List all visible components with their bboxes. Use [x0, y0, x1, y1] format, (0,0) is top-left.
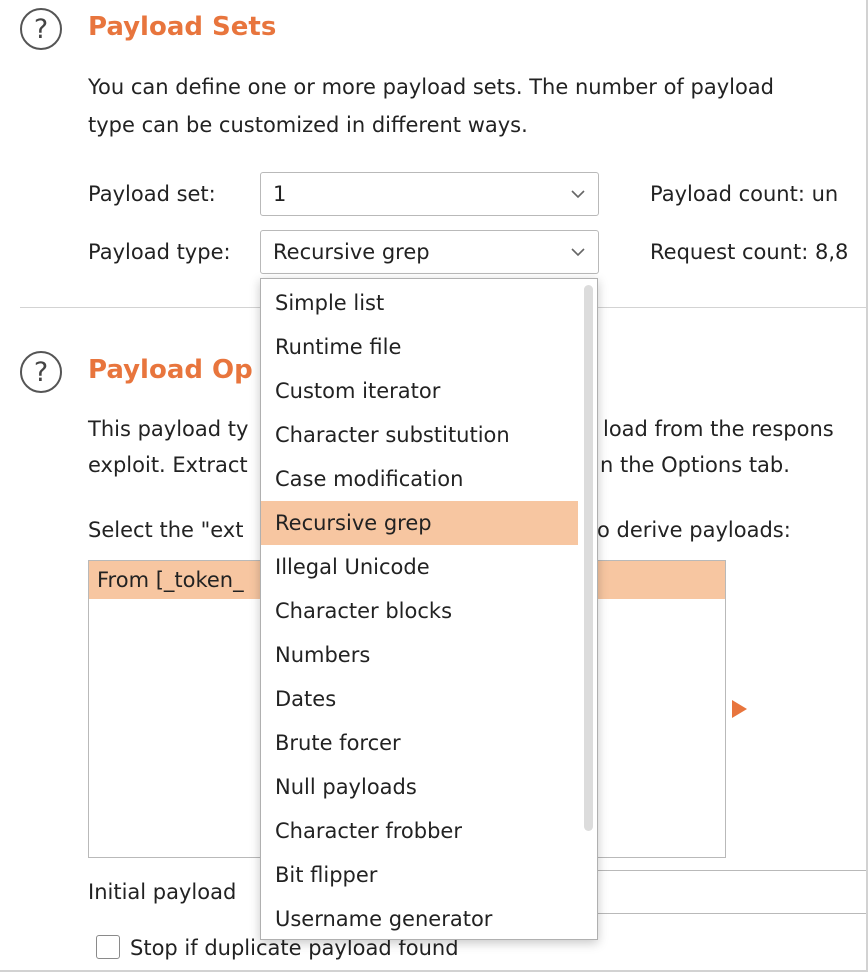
payload-set-select[interactable]: 1 [260, 172, 599, 216]
payload-set-label: Payload set: [88, 182, 216, 206]
payload-type-option-custom-iterator[interactable]: Custom iterator [261, 369, 597, 413]
select-extract-label-left: Select the "ext [88, 518, 244, 542]
stop-duplicate-checkbox[interactable] [96, 935, 120, 959]
payload-type-label: Payload type: [88, 240, 231, 264]
payload-type-options: Simple list Runtime file Custom iterator… [261, 281, 597, 939]
intruder-payloads-pane: ? Payload Sets You can define one or mor… [0, 0, 868, 972]
payload-type-option-brute-forcer[interactable]: Brute forcer [261, 721, 597, 765]
chevron-down-icon [571, 248, 585, 257]
payload-options-description-right-2: n the Options tab. [600, 453, 790, 477]
payload-type-option-runtime-file[interactable]: Runtime file [261, 325, 597, 369]
help-icon[interactable]: ? [20, 8, 62, 50]
payload-type-select[interactable]: Recursive grep [260, 230, 599, 274]
payload-set-value: 1 [273, 182, 287, 206]
payload-type-option-illegal-unicode[interactable]: Illegal Unicode [261, 545, 597, 589]
triangle-right-icon [732, 700, 747, 718]
payload-type-option-character-substitution[interactable]: Character substitution [261, 413, 597, 457]
payload-type-option-simple-list[interactable]: Simple list [261, 281, 597, 325]
chevron-down-icon [571, 190, 585, 199]
payload-type-option-recursive-grep[interactable]: Recursive grep [261, 501, 578, 545]
payload-options-description-right: load from the respons [603, 417, 834, 441]
select-extract-label-right: o derive payloads: [597, 518, 791, 542]
payload-type-option-username-generator[interactable]: Username generator [261, 897, 597, 939]
dropdown-scrollbar[interactable] [584, 285, 593, 831]
payload-count-label: Payload count: un [650, 182, 839, 206]
help-icon[interactable]: ? [20, 351, 62, 393]
payload-type-option-character-frobber[interactable]: Character frobber [261, 809, 597, 853]
payload-type-option-case-modification[interactable]: Case modification [261, 457, 597, 501]
payload-options-title: Payload Op [88, 355, 253, 385]
request-count-label: Request count: 8,8 [650, 240, 849, 264]
payload-options-description-left: This payload ty [88, 417, 249, 441]
payload-sets-description-line-2: type can be customized in different ways… [88, 113, 528, 137]
payload-type-option-null-payloads[interactable]: Null payloads [261, 765, 597, 809]
payload-type-option-bit-flipper[interactable]: Bit flipper [261, 853, 597, 897]
payload-type-dropdown-list[interactable]: Simple list Runtime file Custom iterator… [260, 278, 598, 940]
initial-payload-input[interactable] [596, 870, 866, 914]
payload-type-option-numbers[interactable]: Numbers [261, 633, 597, 677]
payload-type-value: Recursive grep [273, 240, 430, 264]
payload-sets-title: Payload Sets [88, 12, 277, 42]
payload-type-option-dates[interactable]: Dates [261, 677, 597, 721]
payload-type-option-character-blocks[interactable]: Character blocks [261, 589, 597, 633]
payload-sets-description-line-1: You can define one or more payload sets.… [88, 75, 774, 99]
payload-options-description-left-2: exploit. Extract [88, 453, 248, 477]
initial-payload-label: Initial payload [88, 880, 237, 904]
